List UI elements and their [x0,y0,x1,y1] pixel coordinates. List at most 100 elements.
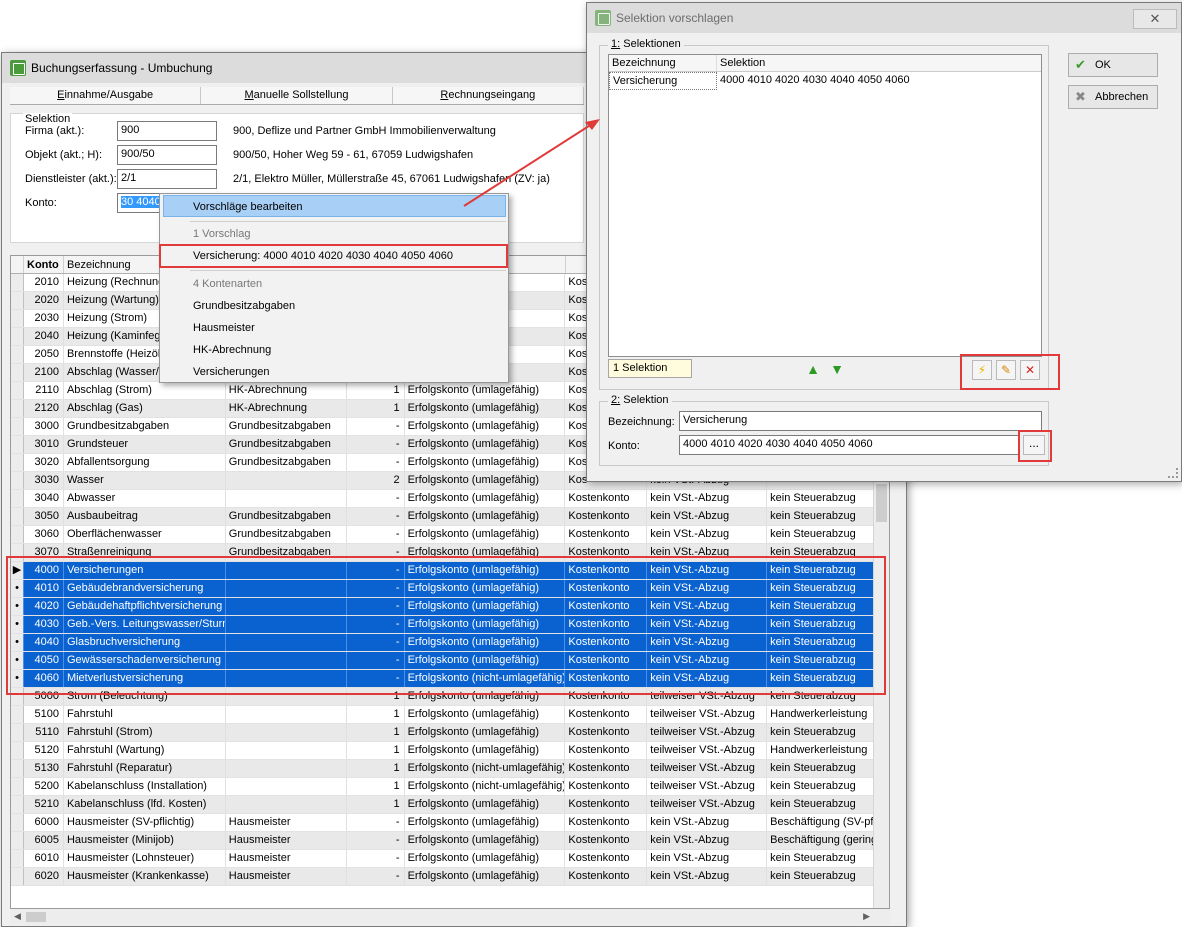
cell-b: Strom (Beleuchtung) [64,688,226,705]
cell-n: - [347,634,405,651]
menu-type-versicherungen[interactable]: Versicherungen [164,361,504,383]
table-row[interactable]: 3060 Oberflächenwasser Grundbesitzabgaben -… [11,526,883,544]
cell-e: Erfolgskonto (umlagefähig) [405,580,566,597]
tab-rechnungseingang[interactable]: Rechnungseingang [392,87,584,104]
grid-horizontal-scrollbar[interactable]: ◀ ▶ [10,909,890,925]
move-up-icon[interactable]: ▲ [803,359,823,379]
table-row[interactable]: 3070 Straßenreinigung Grundbesitzabgaben - E… [11,544,883,562]
cell-g: Grundbesitzabgaben [226,526,347,543]
list-item[interactable]: Versicherung 4000 4010 4020 4030 4040 40… [609,72,1041,90]
table-row[interactable]: ▶ 4000 Versicherungen - Erfolgskonto (umlage… [11,562,883,580]
list-header-bezeichnung[interactable]: Bezeichnung [609,55,717,71]
table-row[interactable]: 5200 Kabelanschluss (Installation) 1 Erfolg… [11,778,883,796]
cell-e: Erfolgskonto (umlagefähig) [405,526,566,543]
objekt-input[interactable]: 900/50 [117,145,217,165]
cell-m [11,706,24,723]
menu-type-hk-abrechnung[interactable]: HK-Abrechnung [164,339,504,361]
cell-s: kein Steuerabzug [767,760,883,777]
cell-m [11,490,24,507]
cell-k: 4000 [24,562,64,579]
tab-einnahme-ausgabe[interactable]: Einnahme/Ausgabe [10,87,202,104]
new-selection-button[interactable]: ⚡ [972,360,992,380]
menu-vorschlaege-bearbeiten[interactable]: Vorschläge bearbeiten [163,195,506,217]
table-row[interactable]: 6000 Hausmeister (SV-pflichtig) Hausmeiste… [11,814,883,832]
grid-horizontal-scroll-thumb[interactable] [26,912,46,922]
table-row[interactable]: 3050 Ausbaubeitrag Grundbesitzabgaben - Erfo… [11,508,883,526]
table-row[interactable]: • 4050 Gewässerschadenversicherung - Erfolgs… [11,652,883,670]
edit-pencil-icon[interactable]: ✎ [996,360,1016,380]
table-row[interactable]: 3040 Abwasser - Erfolgskonto (umlagefähig) K… [11,490,883,508]
cell-k: 2020 [24,292,64,309]
cell-m [11,796,24,813]
main-window-title: Buchungserfassung - Umbuchung [31,61,213,75]
cell-m: • [11,652,24,669]
menu-versicherung-suggestion[interactable]: Versicherung: 4000 4010 4020 4030 4040 4… [164,245,504,267]
table-row[interactable]: 5130 Fahrstuhl (Reparatur) 1 Erfolgskonto (… [11,760,883,778]
menu-type-hausmeister[interactable]: Hausmeister [164,317,504,339]
move-down-icon[interactable]: ▼ [827,359,847,379]
table-row[interactable]: • 4040 Glasbruchversicherung - Erfolgskonto … [11,634,883,652]
list-header-selektion[interactable]: Selektion [717,55,1041,71]
cell-b: Fahrstuhl [64,706,226,723]
cell-n: 1 [347,706,405,723]
cell-s: kein Steuerabzug [767,652,883,669]
objekt-label: Objekt (akt.; H): [25,149,103,161]
cell-e: Erfolgskonto (umlagefähig) [405,616,566,633]
delete-icon[interactable]: ✕ [1020,360,1040,380]
cell-m: ▶ [11,562,24,579]
grid-header-konto[interactable]: Konto [24,256,64,273]
ok-button[interactable]: ✔ OK [1068,53,1158,77]
bezeichnung-input[interactable]: Versicherung [679,411,1042,431]
cell-k: 4020 [24,598,64,615]
scroll-right-icon[interactable]: ▶ [863,911,870,922]
cell-t: Kostenkonto [565,526,648,543]
cell-v: kein VSt.-Abzug [647,598,768,615]
selektionen-list[interactable]: Bezeichnung Selektion Versicherung 4000 … [608,54,1042,357]
cell-n: - [347,454,405,471]
table-row[interactable]: 5210 Kabelanschluss (lfd. Kosten) 1 Erfolgs… [11,796,883,814]
cell-e: Erfolgskonto (umlagefähig) [405,544,566,561]
table-row[interactable]: • 4060 Mietverlustversicherung - Erfolgskont… [11,670,883,688]
cell-b: Gebäudebrandversicherung [64,580,226,597]
cell-k: 2040 [24,328,64,345]
table-row[interactable]: • 4030 Geb.-Vers. Leitungswasser/Sturm - Erf… [11,616,883,634]
table-row[interactable]: 6010 Hausmeister (Lohnsteuer) Hausmeister -… [11,850,883,868]
browse-button[interactable]: ... [1023,435,1045,455]
cell-n: 1 [347,688,405,705]
table-row[interactable]: 6005 Hausmeister (Minijob) Hausmeister - Erf… [11,832,883,850]
cell-e: Erfolgskonto (umlagefähig) [405,454,566,471]
grid-vertical-scroll-thumb[interactable] [876,484,887,522]
table-row[interactable]: • 4020 Gebäudehaftpflichtversicherung - Erfo… [11,598,883,616]
cell-n: 1 [347,742,405,759]
cell-k: 5200 [24,778,64,795]
dialog-close-button[interactable]: ✕ [1133,9,1177,29]
cell-v: kein VSt.-Abzug [647,670,768,687]
table-row[interactable]: • 4010 Gebäudebrandversicherung - Erfolgskon… [11,580,883,598]
table-row[interactable]: 5100 Fahrstuhl 1 Erfolgskonto (umlagefähig)… [11,706,883,724]
dialog-konto-input[interactable]: 4000 4010 4020 4030 4040 4050 4060 [679,435,1019,455]
cell-s: Beschäftigung (SV-pflicht [767,814,883,831]
resize-grip[interactable] [1168,468,1178,478]
cell-e: Erfolgskonto (umlagefähig) [405,634,566,651]
scroll-left-icon[interactable]: ◀ [14,911,21,922]
cancel-button[interactable]: ✖ Abbrechen [1068,85,1158,109]
cell-v: kein VSt.-Abzug [647,508,768,525]
table-row[interactable]: 5120 Fahrstuhl (Wartung) 1 Erfolgskonto (um… [11,742,883,760]
cell-e: Erfolgskonto (umlagefähig) [405,508,566,525]
table-row[interactable]: 6020 Hausmeister (Krankenkasse) Hausmeiste… [11,868,883,886]
cell-n: - [347,814,405,831]
cell-g: Hausmeister [226,868,347,885]
cell-n: 1 [347,760,405,777]
cell-s: kein Steuerabzug [767,850,883,867]
table-row[interactable]: 5110 Fahrstuhl (Strom) 1 Erfolgskonto (umla… [11,724,883,742]
firma-input[interactable]: 900 [117,121,217,141]
menu-type-grundbesitzabgaben[interactable]: Grundbesitzabgaben [164,295,504,317]
tab-manuelle-sollstellung[interactable]: Manuelle Sollstellung [201,87,393,104]
table-row[interactable]: 5000 Strom (Beleuchtung) 1 Erfolgskonto (um… [11,688,883,706]
tab-bar: Einnahme/Ausgabe Manuelle Sollstellung R… [10,87,584,105]
cell-b: Oberflächenwasser [64,526,226,543]
firma-label: Firma (akt.): [25,125,85,137]
cell-k: 6000 [24,814,64,831]
cell-e: Erfolgskonto (umlagefähig) [405,598,566,615]
dienstleister-input[interactable]: 2/1 [117,169,217,189]
